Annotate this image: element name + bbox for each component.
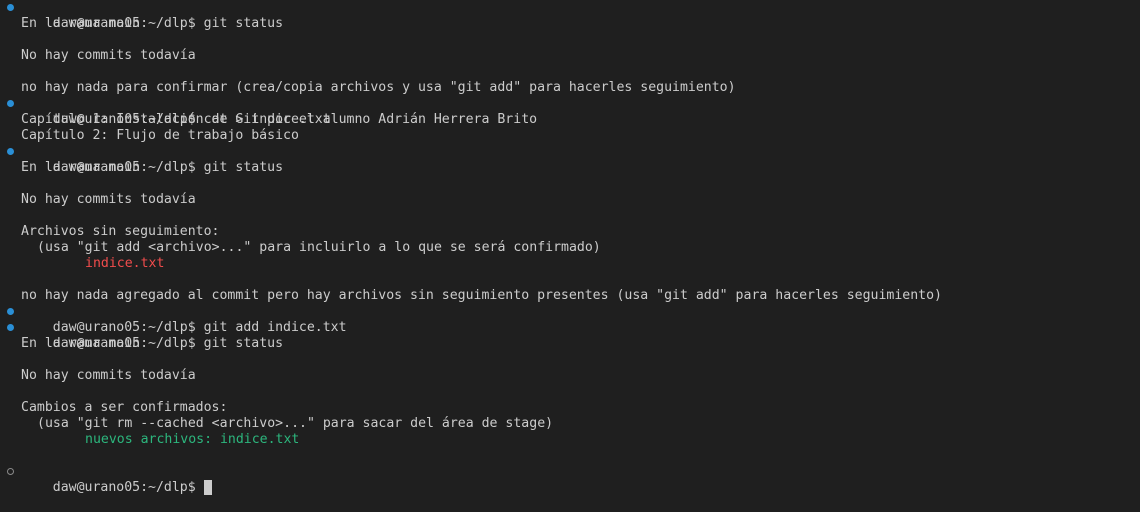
output-line: No hay commits todavía <box>21 192 196 207</box>
command-line: daw@urano05:~/dlp$ cat > indice.txt <box>0 96 1140 127</box>
active-command-line[interactable]: daw@urano05:~/dlp$ <box>0 464 1140 495</box>
command-success-decoration-icon[interactable] <box>7 308 14 315</box>
output-line: Capítulo 2: Flujo de trabajo básico <box>21 128 299 143</box>
output-line: no hay nada agregado al commit pero hay … <box>21 288 942 303</box>
command-success-decoration-icon[interactable] <box>7 100 14 107</box>
command-line: daw@urano05:~/dlp$ git add indice.txt <box>0 304 1140 335</box>
output-line: No hay commits todavía <box>21 48 196 63</box>
command-line: daw@urano05:~/dlp$ git status <box>0 144 1140 175</box>
command-pending-decoration-icon[interactable] <box>7 468 14 475</box>
cursor-block-icon <box>203 480 212 495</box>
output-line: En la rama main <box>21 16 141 31</box>
output-line: no hay nada para confirmar (crea/copia a… <box>21 80 736 95</box>
output-line: En la rama main <box>21 160 141 175</box>
hint-line: (usa "git rm --cached <archivo>..." para… <box>37 416 554 431</box>
command-success-decoration-icon[interactable] <box>7 324 14 331</box>
output-line: Cambios a ser confirmados: <box>21 400 228 415</box>
untracked-file: indice.txt <box>85 256 165 271</box>
command-line: daw@urano05:~/dlp$ git status <box>0 320 1140 351</box>
hint-line: (usa "git add <archivo>..." para incluir… <box>37 240 601 255</box>
output-line: Archivos sin seguimiento: <box>21 224 220 239</box>
command-success-decoration-icon[interactable] <box>7 4 14 11</box>
command-success-decoration-icon[interactable] <box>7 148 14 155</box>
staged-file: nuevos archivos: indice.txt <box>85 432 300 447</box>
prompt: daw@urano05:~/dlp$ <box>52 480 196 495</box>
output-line: No hay commits todavía <box>21 368 196 383</box>
terminal-panel[interactable]: daw@urano05:~/dlp$ git status En la rama… <box>0 0 1140 495</box>
output-line: Capítulo 1: Instalación de Git por el al… <box>21 112 538 127</box>
command-line: daw@urano05:~/dlp$ git status <box>0 0 1140 31</box>
output-line: En la rama main <box>21 336 141 351</box>
